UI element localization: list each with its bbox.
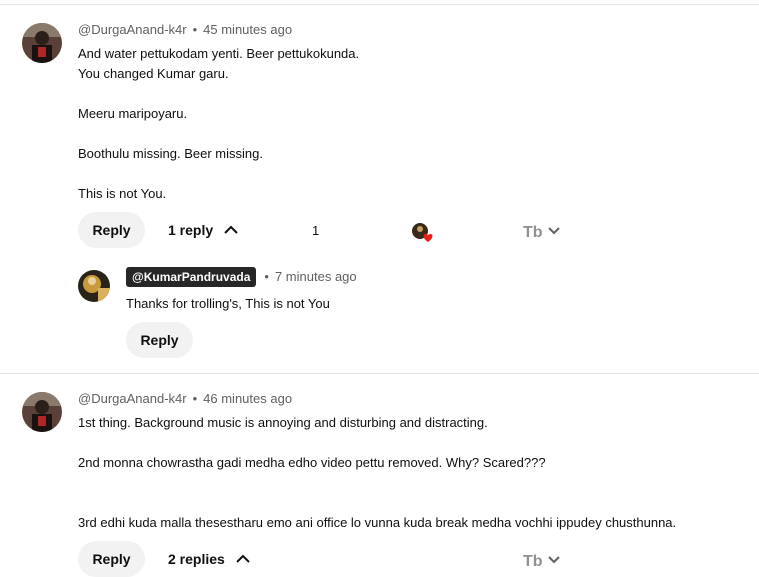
comment-line: This is not You.: [78, 186, 167, 201]
comment-line: [78, 164, 698, 184]
like-count: 1: [312, 223, 320, 238]
reply-button[interactable]: Reply: [78, 212, 145, 248]
replies-toggle-button[interactable]: 1 reply: [168, 212, 239, 248]
author-handle[interactable]: @DurgaAnand-k4r: [78, 22, 187, 37]
comment-line: [78, 84, 698, 104]
comment-text: 1st thing. Background music is annoying …: [78, 413, 738, 533]
comment-meta: @DurgaAnand-k4r • 46 minutes ago: [78, 391, 292, 406]
comment-line: 3rd edhi kuda malla thesestharu emo ani …: [78, 515, 677, 530]
svg-text:Tb: Tb: [523, 553, 543, 569]
translate-icon: Tb: [523, 553, 543, 569]
avatar[interactable]: [22, 23, 62, 63]
replies-count-label: 2 replies: [168, 551, 225, 567]
comment-line: [78, 433, 738, 453]
comment-divider: [0, 373, 759, 374]
timestamp[interactable]: 45 minutes ago: [203, 22, 292, 37]
translate-menu[interactable]: Tb: [523, 222, 561, 240]
creator-heart-badge: [411, 222, 433, 242]
comment-meta: @DurgaAnand-k4r • 45 minutes ago: [78, 22, 292, 37]
separator-dot: •: [192, 22, 198, 37]
comment-line: [78, 473, 738, 493]
svg-text:Tb: Tb: [523, 224, 543, 240]
owner-handle-chip[interactable]: @KumarPandruvada: [126, 267, 257, 287]
timestamp[interactable]: 7 minutes ago: [275, 269, 357, 284]
reply-meta: @KumarPandruvada • 7 minutes ago: [126, 267, 357, 287]
comment-line: [78, 493, 738, 513]
comment-line: Boothulu missing. Beer missing.: [78, 146, 263, 161]
comment-line: You changed Kumar garu.: [78, 66, 229, 81]
chevron-up-icon: [236, 554, 250, 563]
separator-dot: •: [192, 391, 198, 406]
translate-icon: Tb: [523, 224, 543, 240]
separator-dot: •: [264, 269, 269, 284]
reply-avatar[interactable]: [78, 270, 110, 302]
comment-text: And water pettukodam yenti. Beer pettuko…: [78, 44, 698, 204]
chevron-up-icon: [224, 225, 238, 234]
avatar[interactable]: [22, 392, 62, 432]
reply-text: Thanks for trolling's, This is not You: [126, 296, 330, 311]
comment-line: [78, 124, 698, 144]
comment-line: And water pettukodam yenti. Beer pettuko…: [78, 46, 360, 61]
author-handle[interactable]: @DurgaAnand-k4r: [78, 391, 187, 406]
comment-line: Meeru maripoyaru.: [78, 106, 188, 121]
heart-icon: [423, 234, 433, 242]
chevron-down-icon: [548, 227, 560, 235]
translate-menu[interactable]: Tb: [523, 551, 561, 569]
comment-line: 1st thing. Background music is annoying …: [78, 415, 488, 430]
top-divider: [0, 4, 759, 5]
timestamp[interactable]: 46 minutes ago: [203, 391, 292, 406]
chevron-down-icon: [548, 556, 560, 564]
replies-count-label: 1 reply: [168, 222, 214, 238]
reply-button[interactable]: Reply: [78, 541, 145, 577]
reply-button[interactable]: Reply: [126, 322, 193, 358]
comment-line: 2nd monna chowrastha gadi medha edho vid…: [78, 455, 546, 470]
replies-toggle-button[interactable]: 2 replies: [168, 541, 251, 577]
